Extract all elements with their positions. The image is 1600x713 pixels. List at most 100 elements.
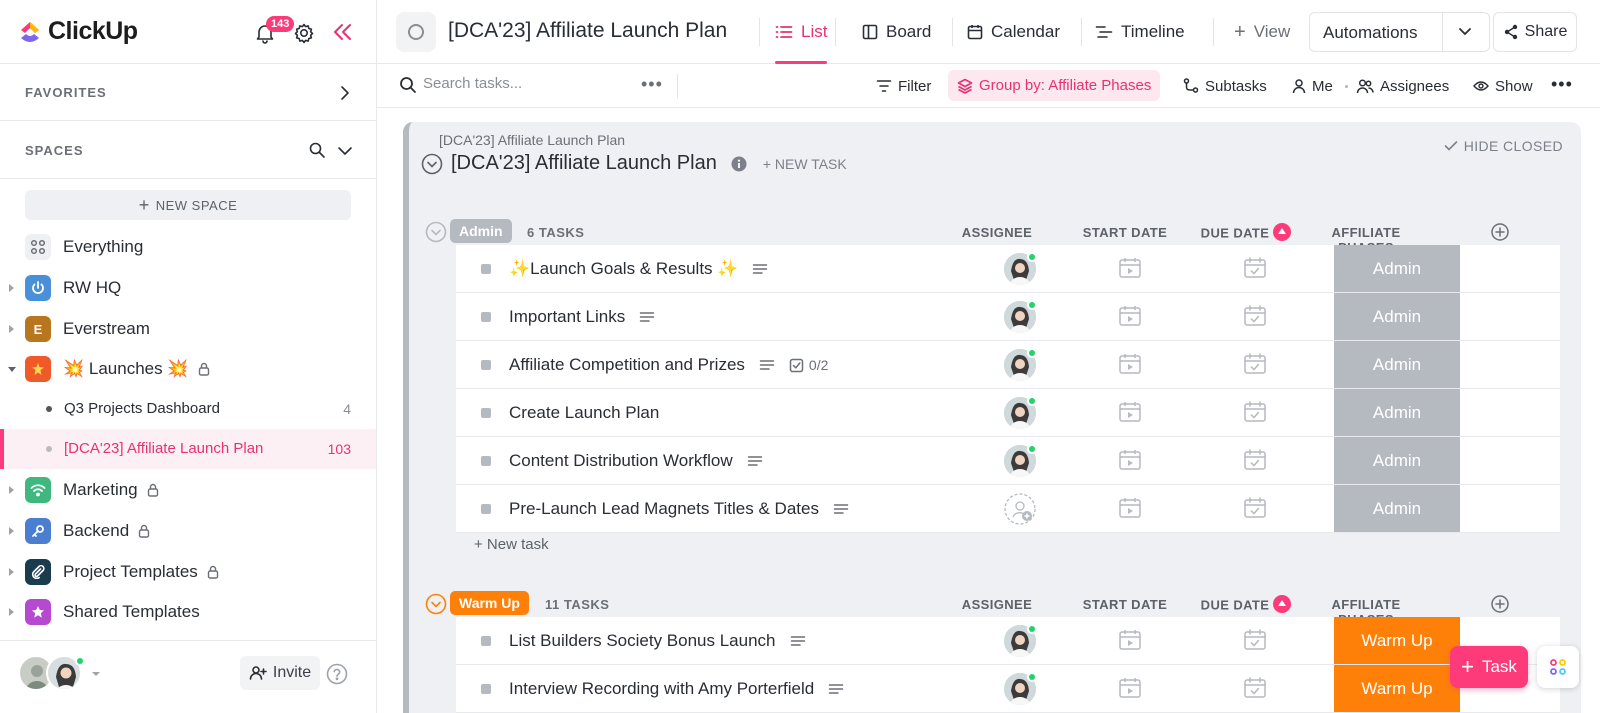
expand-caret-icon[interactable] — [9, 325, 14, 333]
task-name[interactable]: Affiliate Competition and Prizes — [509, 355, 745, 375]
assignee-avatar[interactable] — [1004, 672, 1037, 705]
search-tasks-input[interactable] — [423, 75, 623, 92]
start-date-calendar-icon[interactable] — [1118, 401, 1142, 423]
table-row[interactable]: Pre-Launch Lead Magnets Titles & Dates Ad… — [456, 485, 1560, 533]
column-header-start-date[interactable]: START DATE — [1075, 597, 1175, 612]
add-assignee-icon[interactable] — [1004, 493, 1036, 525]
task-name-cell[interactable]: Important Links — [509, 307, 655, 327]
list-title[interactable]: [DCA'23] Affiliate Launch Plan — [448, 19, 727, 43]
column-header-due-date[interactable]: DUE DATE — [1191, 223, 1301, 243]
column-header-due-date[interactable]: DUE DATE — [1191, 595, 1301, 615]
assignee-avatar[interactable] — [1004, 348, 1037, 381]
due-date-calendar-icon[interactable] — [1243, 257, 1267, 279]
task-status-square[interactable] — [481, 684, 491, 694]
table-row[interactable]: List Builders Society Bonus Launch Warm U… — [456, 617, 1560, 665]
affiliate-phase-cell[interactable]: Admin — [1334, 341, 1460, 388]
group-status-pill[interactable]: Warm Up — [450, 591, 529, 615]
group-status-pill[interactable]: Admin — [450, 219, 512, 243]
assignee-avatar[interactable] — [1004, 252, 1037, 285]
sidebar-list-affiliate-launch-plan[interactable]: [DCA'23] Affiliate Launch Plan 103 — [0, 429, 376, 469]
sort-ascending-icon[interactable] — [1273, 223, 1292, 241]
affiliate-phase-cell[interactable]: Admin — [1334, 293, 1460, 340]
tab-timeline[interactable]: Timeline — [1095, 0, 1185, 64]
collapse-list-icon[interactable] — [421, 153, 443, 175]
subtasks-button[interactable]: Subtasks — [1183, 64, 1267, 108]
expand-caret-icon[interactable] — [9, 568, 14, 576]
sidebar-item-shared-templates[interactable]: Shared Templates — [0, 592, 376, 632]
info-icon[interactable] — [731, 156, 747, 172]
start-date-calendar-icon[interactable] — [1118, 449, 1142, 471]
collapse-sidebar-icon[interactable] — [333, 23, 353, 41]
assignees-button[interactable]: Assignees — [1356, 64, 1449, 108]
column-header-start-date[interactable]: START DATE — [1075, 225, 1175, 240]
due-date-calendar-icon[interactable] — [1243, 629, 1267, 651]
affiliate-phase-cell[interactable]: Admin — [1334, 485, 1460, 532]
checklist-indicator[interactable]: 0/2 — [789, 357, 828, 373]
start-date-calendar-icon[interactable] — [1118, 305, 1142, 327]
more-options-icon[interactable]: ••• — [1551, 74, 1573, 95]
chevron-down-icon[interactable] — [337, 146, 353, 156]
expand-caret-icon[interactable] — [9, 486, 14, 494]
column-header-assignee[interactable]: ASSIGNEE — [957, 225, 1037, 240]
task-name-cell[interactable]: Content Distribution Workflow — [509, 451, 763, 471]
task-status-square[interactable] — [481, 408, 491, 418]
start-date-calendar-icon[interactable] — [1118, 257, 1142, 279]
column-header-assignee[interactable]: ASSIGNEE — [957, 597, 1037, 612]
affiliate-phase-cell[interactable]: Admin — [1334, 389, 1460, 436]
search-spaces-icon[interactable] — [308, 141, 326, 159]
table-row[interactable]: Important Links Admin — [456, 293, 1560, 341]
due-date-calendar-icon[interactable] — [1243, 497, 1267, 519]
due-date-calendar-icon[interactable] — [1243, 401, 1267, 423]
invite-button[interactable]: Invite — [240, 656, 320, 690]
favorites-section[interactable]: FAVORITES — [0, 64, 376, 121]
sidebar-item-everstream[interactable]: E Everstream — [0, 309, 376, 349]
task-name-cell[interactable]: Affiliate Competition and Prizes 0/2 — [509, 355, 828, 375]
sidebar-item-backend[interactable]: Backend — [0, 511, 376, 551]
task-name-cell[interactable]: Interview Recording with Amy Porterfield — [509, 679, 844, 699]
due-date-calendar-icon[interactable] — [1243, 449, 1267, 471]
task-name[interactable]: Content Distribution Workflow — [509, 451, 733, 471]
show-button[interactable]: Show — [1473, 64, 1533, 108]
expand-caret-icon[interactable] — [9, 608, 14, 616]
filter-button[interactable]: Filter — [876, 64, 931, 108]
sidebar-item-everything[interactable]: Everything — [0, 227, 376, 267]
expand-caret-icon[interactable] — [9, 527, 14, 535]
table-row[interactable]: Affiliate Competition and Prizes 0/2 Admin — [456, 341, 1560, 389]
sort-ascending-icon[interactable] — [1273, 595, 1292, 613]
task-name[interactable]: List Builders Society Bonus Launch — [509, 631, 776, 651]
task-status-square[interactable] — [481, 360, 491, 370]
breadcrumb[interactable]: [DCA'23] Affiliate Launch Plan — [439, 132, 625, 148]
table-row[interactable]: ✨Launch Goals & Results ✨ Admin — [456, 245, 1560, 293]
affiliate-phase-cell[interactable]: Warm Up — [1334, 617, 1460, 664]
affiliate-phase-cell[interactable]: Warm Up — [1334, 665, 1460, 712]
apps-button[interactable] — [1537, 646, 1579, 688]
add-column-icon[interactable] — [1491, 223, 1509, 241]
sidebar-list-q3-projects-dashboard[interactable]: Q3 Projects Dashboard 4 — [0, 389, 376, 429]
task-name-cell[interactable]: ✨Launch Goals & Results ✨ — [509, 259, 768, 279]
settings-gear-icon[interactable] — [293, 22, 315, 44]
new-task-row-button[interactable]: + New task — [474, 536, 549, 553]
task-name[interactable]: ✨Launch Goals & Results ✨ — [509, 259, 738, 279]
collapse-group-icon[interactable] — [425, 593, 447, 615]
hide-closed-toggle[interactable]: HIDE CLOSED — [1444, 138, 1563, 154]
help-icon[interactable] — [326, 663, 348, 685]
table-row[interactable]: Create Launch Plan Admin — [456, 389, 1560, 437]
task-status-square[interactable] — [481, 312, 491, 322]
sidebar-item-marketing[interactable]: Marketing — [0, 470, 376, 510]
clickup-logo[interactable]: ClickUp — [18, 17, 138, 46]
task-status-square[interactable] — [481, 636, 491, 646]
group-by-button[interactable]: Group by: Affiliate Phases — [948, 70, 1161, 101]
assignee-avatar[interactable] — [1004, 396, 1037, 429]
chevron-down-icon[interactable] — [1458, 27, 1472, 37]
task-name[interactable]: Pre-Launch Lead Magnets Titles & Dates — [509, 499, 819, 519]
new-task-link[interactable]: + NEW TASK — [763, 156, 847, 172]
task-name-cell[interactable]: Pre-Launch Lead Magnets Titles & Dates — [509, 499, 849, 519]
due-date-calendar-icon[interactable] — [1243, 677, 1267, 699]
start-date-calendar-icon[interactable] — [1118, 629, 1142, 651]
task-status-square[interactable] — [481, 264, 491, 274]
add-task-fab-button[interactable]: + Task — [1450, 646, 1528, 688]
task-name[interactable]: Interview Recording with Amy Porterfield — [509, 679, 814, 699]
add-view-button[interactable]: + View — [1234, 0, 1290, 64]
me-filter-button[interactable]: Me — [1292, 64, 1333, 108]
table-row[interactable]: Interview Recording with Amy Porterfield… — [456, 665, 1560, 713]
